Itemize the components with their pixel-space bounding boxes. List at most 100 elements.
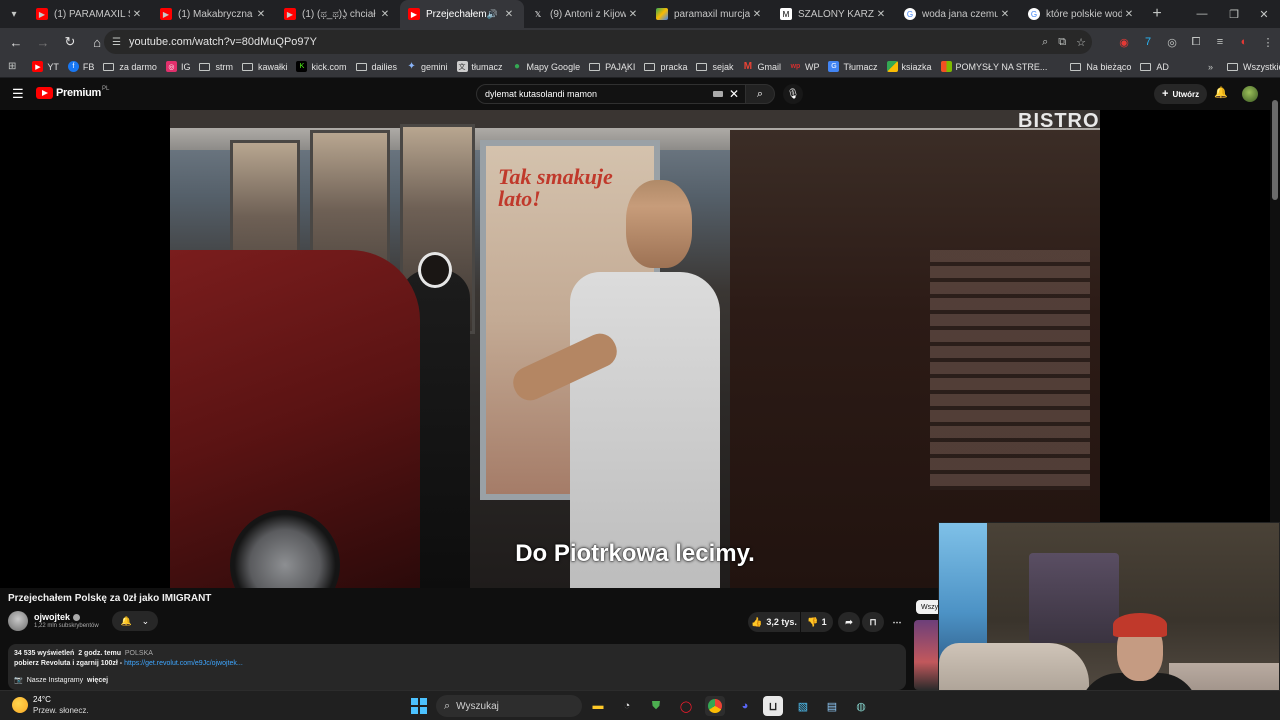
- bookmark-wp[interactable]: wp WP: [790, 61, 820, 72]
- video-player[interactable]: Tak smakuje lato! BISTRO Do Piotrkowa le…: [0, 110, 1270, 588]
- description-box[interactable]: 34 535 wyświetleń 2 godz. temu POLSKA po…: [8, 644, 906, 690]
- opera-icon[interactable]: ◯: [676, 696, 696, 716]
- more-actions-button[interactable]: ⋯: [886, 612, 908, 632]
- notifications-bell-icon[interactable]: 🔔: [1214, 86, 1228, 99]
- sevenTV-extension-icon[interactable]: 7: [1136, 36, 1160, 48]
- browser-tab[interactable]: ▶ (1) (ಥ_ಥ)ʖ̯ chciał ✕: [276, 0, 400, 28]
- bookmark-folder[interactable]: Na bieżąco: [1070, 62, 1131, 72]
- restore-icon[interactable]: ❐: [1218, 0, 1250, 28]
- save-button[interactable]: ⊓: [862, 612, 884, 632]
- globe-app-icon[interactable]: ◍: [851, 696, 871, 716]
- file-explorer-icon[interactable]: ▬: [588, 696, 608, 716]
- bookmark-folder[interactable]: AD: [1140, 62, 1169, 72]
- page-scrollbar[interactable]: [1272, 100, 1278, 200]
- bookmark-translate[interactable]: 文 tłumacz: [456, 61, 503, 72]
- bookmark-folder[interactable]: sejak: [696, 62, 733, 72]
- browser-tab-active[interactable]: ▶ Przejechałem Pol 🔊 ✕: [400, 0, 524, 28]
- like-button[interactable]: 👍 3,2 tys.: [748, 612, 800, 632]
- bookmark-folder[interactable]: dailies: [355, 62, 397, 72]
- revolut-link[interactable]: https://get.revolut.com/e9Jc/ojwojtek...: [124, 660, 243, 667]
- forward-arrow-icon[interactable]: →: [31, 30, 55, 54]
- video-frame[interactable]: Tak smakuje lato! BISTRO Do Piotrkowa le…: [170, 110, 1100, 588]
- voice-search-button[interactable]: 🎙: [783, 84, 803, 104]
- browser-tab[interactable]: G woda jana czemu jes ✕: [896, 0, 1020, 28]
- bookmark-gmail[interactable]: M Gmail: [742, 61, 781, 72]
- account-avatar[interactable]: [1242, 86, 1258, 102]
- browser-tab[interactable]: ▶ (1) Makabryczna zbro ✕: [152, 0, 276, 28]
- discord-icon[interactable]: ◕: [735, 696, 755, 716]
- capcut-icon[interactable]: ⊔: [763, 696, 783, 716]
- speaker-icon[interactable]: 🔊: [487, 9, 498, 20]
- close-tab-icon[interactable]: ✕: [998, 9, 1012, 20]
- channel-name-row[interactable]: ojwojtek: [34, 612, 81, 622]
- bookmarks-overflow-chevron-icon[interactable]: »: [1208, 62, 1213, 72]
- all-bookmarks[interactable]: Wszystkie zakładki: [1226, 62, 1280, 72]
- bookmark-ig[interactable]: ◎ IG: [165, 61, 190, 72]
- bookmark-ideas[interactable]: POMYSŁY NA STRE...: [940, 61, 1047, 72]
- zoom-search-icon[interactable]: ⌕: [1042, 36, 1048, 49]
- bookmark-star-icon[interactable]: ☆: [1076, 36, 1086, 49]
- channel-name[interactable]: ojwojtek: [34, 612, 70, 622]
- apps-grid-icon[interactable]: ⊞: [8, 61, 16, 72]
- install-app-icon[interactable]: ⧉: [1058, 36, 1066, 49]
- close-tab-icon[interactable]: ✕: [874, 9, 888, 20]
- extensions-puzzle-icon[interactable]: ⧠: [1184, 36, 1208, 49]
- dislike-button[interactable]: 👎 1: [801, 612, 833, 632]
- bookmark-folder[interactable]: PAJĄKI: [589, 62, 635, 72]
- browser-tab[interactable]: ▶ (1) PARAMAXIL SZAL ✕: [28, 0, 152, 28]
- brave-shield-icon[interactable]: ⛊: [646, 696, 666, 716]
- close-tab-icon[interactable]: ✕: [378, 9, 392, 20]
- bookmark-book[interactable]: ksiazka: [886, 61, 932, 72]
- share-button[interactable]: ➦: [838, 612, 860, 632]
- show-more-link[interactable]: więcej: [87, 677, 108, 684]
- image-editor-icon[interactable]: ▧: [793, 696, 813, 716]
- bookmark-kick[interactable]: Kkick.com: [296, 61, 347, 72]
- bookmark-yt[interactable]: ▶ YT: [32, 61, 59, 72]
- close-tab-icon[interactable]: ✕: [1122, 9, 1136, 20]
- browser-tab[interactable]: paramaxil murcja 80 ✕: [648, 0, 772, 28]
- chrome-icon[interactable]: [705, 696, 725, 716]
- bookmark-folder[interactable]: pracka: [644, 62, 687, 72]
- close-tab-icon[interactable]: ✕: [502, 9, 516, 20]
- taskbar-search[interactable]: ⌕ Wyszukaj: [436, 695, 582, 717]
- weather-temperature[interactable]: 24°C: [33, 695, 51, 704]
- start-windows-icon[interactable]: [410, 697, 428, 715]
- site-info-icon[interactable]: ☰: [112, 37, 121, 48]
- close-tab-icon[interactable]: ✕: [254, 9, 268, 20]
- tab-search-chevron-icon[interactable]: ▾: [0, 0, 28, 28]
- hamburger-menu-icon[interactable]: ☰: [12, 86, 24, 102]
- bookmark-fb[interactable]: f FB: [67, 61, 94, 72]
- bookmark-folder[interactable]: strm: [199, 62, 233, 72]
- record-extension-icon[interactable]: ◉: [1112, 36, 1136, 49]
- recording-app-icon[interactable]: ◔: [617, 696, 637, 716]
- create-button[interactable]: + Utwórz: [1154, 84, 1208, 104]
- browser-tab[interactable]: 𝕏 (9) Antoni z Kijowa w ✕: [524, 0, 648, 28]
- weather-description[interactable]: Przew. słonecz.: [33, 706, 89, 715]
- extension-icon[interactable]: ◎: [1160, 36, 1184, 49]
- search-button[interactable]: ⌕: [745, 84, 775, 104]
- address-bar[interactable]: ☰ youtube.com/watch?v=80dMuQPo97Y ⌕ ⧉ ☆: [104, 30, 1092, 54]
- youtube-logo[interactable]: Premium PL: [36, 86, 109, 99]
- bookmark-folder[interactable]: kawałki: [241, 62, 287, 72]
- close-tab-icon[interactable]: ✕: [750, 9, 764, 20]
- reload-icon[interactable]: ↻: [58, 30, 82, 54]
- back-arrow-icon[interactable]: ←: [4, 30, 28, 54]
- bookmark-gemini[interactable]: ✦ gemini: [406, 61, 447, 72]
- new-tab-plus-icon[interactable]: +: [1144, 5, 1170, 23]
- search-input[interactable]: dylemat kutasolandi mamon ✕: [476, 84, 746, 104]
- keyboard-icon[interactable]: [713, 91, 723, 97]
- minimize-icon[interactable]: —: [1186, 0, 1218, 28]
- profile-avatar-icon[interactable]: ◐: [1232, 36, 1256, 48]
- notepad-icon[interactable]: ▤: [822, 696, 842, 716]
- clear-search-icon[interactable]: ✕: [729, 87, 739, 101]
- media-control-icon[interactable]: ≡: [1208, 36, 1232, 48]
- close-tab-icon[interactable]: ✕: [130, 9, 144, 20]
- weather-sun-icon[interactable]: [12, 697, 28, 713]
- browser-tab[interactable]: G które polskie wody s ✕: [1020, 0, 1144, 28]
- bookmark-maps[interactable]: ● Mapy Google: [512, 61, 580, 72]
- bookmark-translate[interactable]: G Tłumacz: [828, 61, 878, 72]
- chrome-menu-icon[interactable]: ⋮: [1256, 36, 1280, 49]
- browser-tab[interactable]: M SZALONY KARZEŁ PO ✕: [772, 0, 896, 28]
- close-window-icon[interactable]: ✕: [1248, 0, 1280, 28]
- channel-avatar[interactable]: [8, 611, 28, 631]
